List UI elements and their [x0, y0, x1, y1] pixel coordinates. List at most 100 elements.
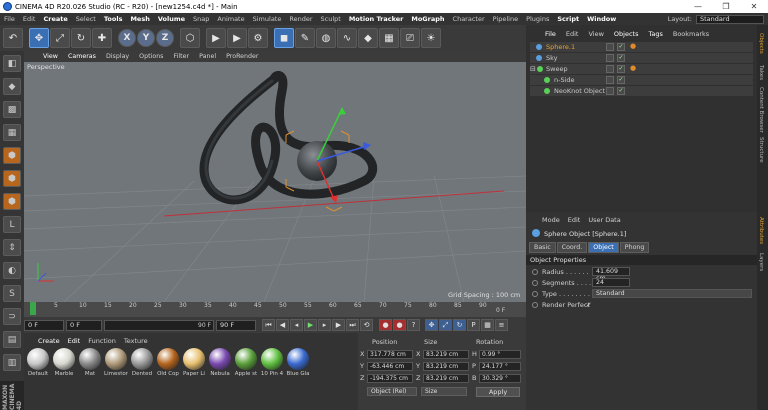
visibility-toggle[interactable] — [606, 54, 614, 62]
material-tag-icon[interactable]: ● — [630, 43, 637, 50]
object-menu-file[interactable]: File — [540, 30, 561, 38]
tab-basic[interactable]: Basic — [529, 242, 556, 253]
material-menu-edit[interactable]: Edit — [64, 337, 85, 345]
rotation-key-icon[interactable]: ↻ — [453, 319, 466, 331]
polygons-mode-icon[interactable]: ⬢ — [3, 193, 21, 210]
object-menu-objects[interactable]: Objects — [609, 30, 644, 38]
z-axis-icon[interactable]: Z — [156, 29, 174, 47]
menu-simulate[interactable]: Simulate — [249, 15, 286, 23]
cube-icon[interactable]: ◼ — [274, 28, 294, 48]
render-picture-viewer-icon[interactable]: ▶ — [227, 28, 247, 48]
object-row-sky[interactable]: Sky ✓ — [530, 53, 753, 63]
render-view-icon[interactable]: ▶ — [206, 28, 226, 48]
coord-position-y[interactable]: -63.446 cm — [367, 362, 413, 371]
attribute-menu-edit[interactable]: Edit — [564, 216, 585, 224]
enabled-check-icon[interactable]: ✓ — [617, 87, 625, 95]
subdivision-icon[interactable]: ◍ — [316, 28, 336, 48]
side-tab-content-browser[interactable]: Content Browser — [758, 87, 764, 133]
visibility-toggle[interactable] — [606, 87, 614, 95]
animate-radio-icon[interactable] — [532, 269, 538, 275]
radius-field[interactable]: 41.609 cm — [592, 267, 630, 282]
object-menu-edit[interactable]: Edit — [561, 30, 584, 38]
viewport-menu-prorender[interactable]: ProRender — [221, 53, 263, 60]
position-key-icon[interactable]: ✥ — [425, 319, 438, 331]
animate-radio-icon[interactable] — [532, 291, 538, 297]
previous-key-icon[interactable]: ◀ — [276, 319, 289, 331]
minimize-button[interactable]: — — [684, 2, 712, 11]
viewport-menu-options[interactable]: Options — [134, 53, 168, 60]
object-row-sphere[interactable]: Sphere.1 ✓ ● — [530, 42, 753, 52]
start-frame-field[interactable]: 0 F — [24, 319, 64, 331]
viewport-menu-cameras[interactable]: Cameras — [63, 53, 101, 60]
object-row-sweep[interactable]: ⊟ Sweep ✓ ● — [530, 64, 753, 74]
menu-create[interactable]: Create — [39, 15, 71, 23]
loop-icon[interactable]: ⟲ — [360, 319, 373, 331]
play-icon[interactable]: ▶ — [304, 319, 317, 331]
menu-volume[interactable]: Volume — [154, 15, 189, 23]
type-dropdown[interactable]: Standard — [592, 289, 752, 298]
enabled-check-icon[interactable]: ✓ — [617, 43, 625, 51]
deformer-icon[interactable]: ◆ — [358, 28, 378, 48]
coord-size-mode-dropdown[interactable]: Size — [421, 387, 467, 396]
material-menu-function[interactable]: Function — [84, 337, 120, 345]
next-frame-icon[interactable]: ▸ — [318, 319, 331, 331]
move-icon[interactable]: ✥ — [29, 28, 49, 48]
apply-button[interactable]: Apply — [476, 387, 520, 397]
material-item[interactable]: Default — [26, 348, 50, 377]
autokeying-icon[interactable]: ● — [393, 319, 406, 331]
animate-radio-icon[interactable] — [532, 302, 538, 308]
go-to-start-icon[interactable]: ⏮ — [262, 319, 275, 331]
viewport-menu-filter[interactable]: Filter — [168, 53, 194, 60]
viewport-menu-view[interactable]: View — [38, 53, 63, 60]
enabled-check-icon[interactable]: ✓ — [617, 54, 625, 62]
collapse-toggle-icon[interactable]: ⊟ — [530, 64, 536, 74]
end-frame-field[interactable]: 90 F — [216, 319, 256, 331]
light-icon[interactable]: ☀ — [421, 28, 441, 48]
menu-plugins[interactable]: Plugins — [522, 15, 553, 23]
menu-animate[interactable]: Animate — [213, 15, 248, 23]
material-item[interactable]: Old Cop — [156, 348, 180, 377]
menu-pipeline[interactable]: Pipeline — [489, 15, 522, 23]
spline-icon[interactable]: ∿ — [337, 28, 357, 48]
material-item[interactable]: Apple st — [234, 348, 258, 377]
edges-mode-icon[interactable]: ⬢ — [3, 170, 21, 187]
viewport-menu-panel[interactable]: Panel — [194, 53, 221, 60]
coord-size-x[interactable]: 83.219 cm — [423, 350, 469, 359]
coord-rotation-h[interactable]: 0.99 ° — [479, 350, 521, 359]
pen-icon[interactable]: ✎ — [295, 28, 315, 48]
visibility-toggle[interactable] — [606, 43, 614, 51]
menu-script[interactable]: Script — [553, 15, 583, 23]
rotate-icon[interactable]: ↻ — [71, 28, 91, 48]
coord-rotation-p[interactable]: 24.177 ° — [479, 362, 521, 371]
menu-mograph[interactable]: MoGraph — [407, 15, 448, 23]
menu-snap[interactable]: Snap — [189, 15, 213, 23]
edit-render-settings-icon[interactable]: ⚙ — [248, 28, 268, 48]
close-button[interactable]: ✕ — [740, 2, 768, 11]
3d-viewport[interactable] — [24, 51, 526, 302]
material-item[interactable]: Blue Gla — [286, 348, 310, 377]
viewport-solo-icon[interactable]: ◐ — [3, 262, 21, 279]
timeline-ruler[interactable]: 0 5 10 15 20 25 30 35 40 45 50 55 60 65 … — [24, 302, 526, 317]
axis-mode-icon[interactable]: L — [3, 216, 21, 233]
texture-mode-icon[interactable]: ▩ — [3, 101, 21, 118]
render-perfect-checkbox[interactable]: ✓ — [586, 300, 592, 310]
transform-icon[interactable]: ✚ — [92, 28, 112, 48]
magnet-icon[interactable]: ⊃ — [3, 308, 21, 325]
menu-character[interactable]: Character — [449, 15, 489, 23]
side-tab-attributes[interactable]: Attributes — [758, 217, 764, 244]
points-mode-icon[interactable]: ⬢ — [3, 147, 21, 164]
attribute-menu-mode[interactable]: Mode — [538, 216, 564, 224]
material-item[interactable]: Limestone — [104, 348, 128, 377]
coord-size-y[interactable]: 83.219 cm — [423, 362, 469, 371]
scale-icon[interactable]: ⤢ — [50, 28, 70, 48]
object-row-nside[interactable]: n-Side ✓ — [530, 75, 753, 85]
menu-sculpt[interactable]: Sculpt — [317, 15, 345, 23]
undo-icon[interactable]: ↶ — [3, 28, 23, 48]
coord-size-z[interactable]: 83.219 cm — [423, 374, 469, 383]
tab-coord[interactable]: Coord. — [556, 242, 588, 253]
preview-range-slider[interactable]: 90 F — [104, 319, 214, 331]
material-item[interactable]: 10 Pin 4 — [260, 348, 284, 377]
material-item[interactable]: Dented — [130, 348, 154, 377]
go-to-end-icon[interactable]: ⏭ — [346, 319, 359, 331]
coord-mode-dropdown[interactable]: Object (Rel) — [367, 387, 417, 396]
